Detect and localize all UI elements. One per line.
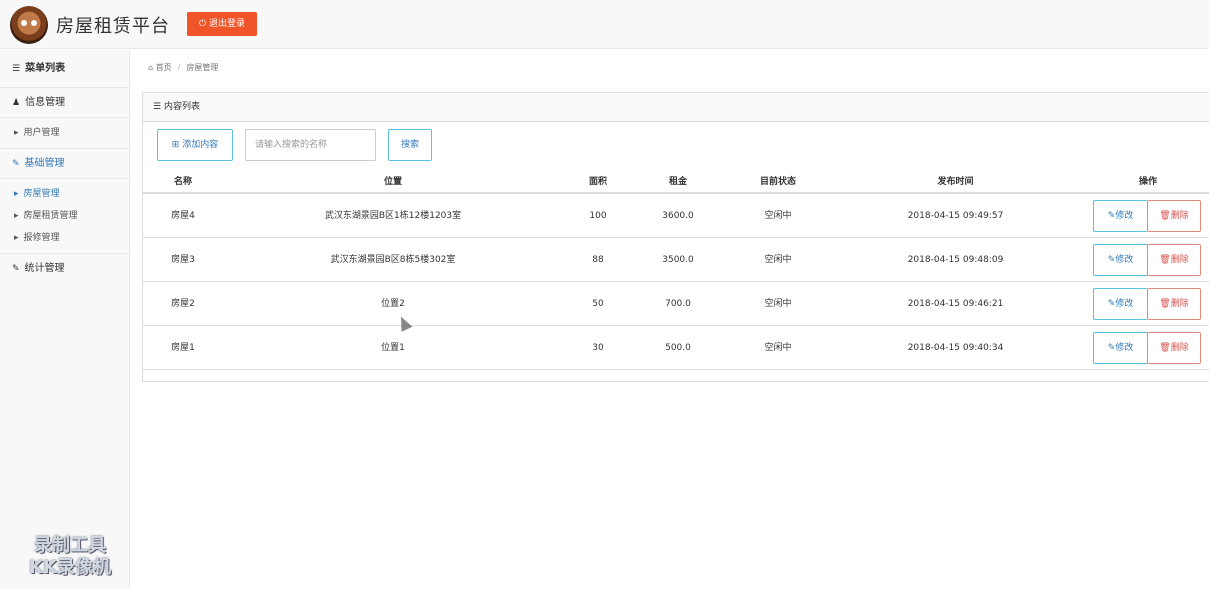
cell-status: 空闲中	[764, 343, 792, 353]
cell-location: 武汉东湖景园B区8栋5楼302室	[330, 255, 456, 265]
cell-time: 2018-04-15 09:49:57	[907, 211, 1004, 221]
cell-time: 2018-04-15 09:48:09	[907, 255, 1004, 265]
caret-right-icon: ▸	[14, 128, 19, 138]
user-icon: ♟	[12, 98, 21, 108]
sidebar-group-info[interactable]: ♟ 信息管理	[0, 88, 129, 118]
breadcrumb-current: 房屋管理	[186, 63, 219, 72]
power-icon: ⏻	[199, 19, 209, 29]
table-row: 房屋2 位置2 50 700.0 空闲中 2018-04-15 09:46:21…	[143, 282, 1209, 326]
content-panel: ☰ 内容列表 ⊞ 添加内容 请输入搜索的名称 搜索 名称 位置 面积 租金 目前…	[142, 92, 1209, 382]
header-location: 位置	[383, 177, 402, 187]
table-header: 名称 位置 面积 租金 目前状态 发布时间 操作	[143, 170, 1209, 194]
caret-right-icon: ▸	[14, 233, 19, 243]
trash-icon: 🗑	[1159, 255, 1171, 265]
cell-location: 武汉东湖景园B区1栋12楼1203室	[324, 211, 462, 221]
table-row: 房屋3 武汉东湖景园B区8栋5楼302室 88 3500.0 空闲中 2018-…	[143, 238, 1209, 282]
cell-area: 88	[592, 255, 604, 265]
delete-button[interactable]: 🗑删除	[1147, 200, 1201, 232]
header-time: 发布时间	[937, 177, 974, 187]
logout-label: 退出登录	[208, 19, 245, 29]
cell-name: 房屋1	[171, 343, 195, 353]
top-header: 房屋租赁平台 ⏻ 退出登录	[0, 0, 1209, 49]
delete-button[interactable]: 🗑删除	[1147, 244, 1201, 276]
breadcrumb: ⌂ 首页 / 房屋管理	[148, 63, 219, 72]
breadcrumb-home[interactable]: 首页	[156, 63, 172, 72]
edit-button[interactable]: ✎修改	[1093, 288, 1148, 320]
cell-location: 位置2	[381, 299, 405, 309]
sidebar: ☰ 菜单列表 ♟ 信息管理 ▸ 用户管理 ✎ 基础管理 ▸ 房屋管理 ▸ 房屋租赁管理 ▸ 报…	[0, 50, 130, 589]
edit-button[interactable]: ✎修改	[1093, 244, 1148, 276]
house-table: 名称 位置 面积 租金 目前状态 发布时间 操作 房屋4 武汉东湖景园B区1栋1…	[143, 170, 1209, 370]
header-actions: 操作	[1138, 177, 1157, 187]
search-input[interactable]: 请输入搜索的名称	[245, 129, 376, 161]
cell-name: 房屋3	[171, 255, 195, 265]
header-status: 目前状态	[759, 177, 796, 187]
delete-button[interactable]: 🗑删除	[1147, 332, 1201, 364]
sidebar-item-repairs[interactable]: ▸ 报修管理	[0, 227, 129, 249]
trash-icon: 🗑	[1159, 343, 1171, 353]
search-button[interactable]: 搜索	[388, 129, 432, 161]
panel-title: ☰ 内容列表	[143, 93, 1209, 122]
header-area: 面积	[588, 177, 607, 187]
list-icon: ☰	[153, 102, 164, 112]
delete-button[interactable]: 🗑删除	[1147, 288, 1201, 320]
header-name: 名称	[173, 177, 192, 187]
cell-location: 位置1	[381, 343, 405, 353]
cell-area: 30	[592, 343, 604, 353]
list-icon: ☰	[12, 64, 21, 74]
trash-icon: 🗑	[1159, 211, 1171, 221]
edit-button[interactable]: ✎修改	[1093, 200, 1148, 232]
sidebar-item-users[interactable]: ▸ 用户管理	[0, 122, 129, 144]
cell-name: 房屋4	[171, 211, 195, 221]
cell-time: 2018-04-15 09:46:21	[907, 299, 1004, 309]
caret-right-icon: ▸	[14, 189, 19, 199]
logout-button[interactable]: ⏻ 退出登录	[187, 12, 257, 36]
sidebar-title: ☰ 菜单列表	[0, 50, 129, 88]
cell-rent: 3500.0	[662, 255, 694, 265]
sidebar-item-houses[interactable]: ▸ 房屋管理	[0, 183, 129, 205]
edit-icon: ✎	[12, 159, 20, 169]
cell-area: 100	[589, 211, 607, 221]
table-row: 房屋4 武汉东湖景园B区1栋12楼1203室 100 3600.0 空闲中 20…	[143, 194, 1209, 238]
sidebar-group-stats[interactable]: ✎ 统计管理	[0, 254, 129, 284]
cell-status: 空闲中	[764, 255, 792, 265]
cell-area: 50	[592, 299, 604, 309]
avatar	[10, 6, 48, 44]
trash-icon: 🗑	[1159, 299, 1171, 309]
sidebar-item-rentals[interactable]: ▸ 房屋租赁管理	[0, 205, 129, 227]
app-title: 房屋租赁平台	[56, 16, 170, 37]
cell-status: 空闲中	[764, 211, 792, 221]
recorder-watermark: 录制工具 KK录像机	[29, 535, 111, 578]
caret-right-icon: ▸	[14, 211, 19, 221]
cell-status: 空闲中	[764, 299, 792, 309]
add-content-button[interactable]: ⊞ 添加内容	[157, 129, 233, 161]
cell-rent: 700.0	[665, 299, 691, 309]
cell-rent: 3600.0	[662, 211, 694, 221]
cell-name: 房屋2	[171, 299, 195, 309]
header-rent: 租金	[668, 177, 687, 187]
sidebar-group-basic[interactable]: ✎ 基础管理	[0, 149, 129, 179]
edit-button[interactable]: ✎修改	[1093, 332, 1148, 364]
cell-rent: 500.0	[665, 343, 691, 353]
cell-time: 2018-04-15 09:40:34	[907, 343, 1004, 353]
home-icon: ⌂	[148, 63, 156, 72]
table-row: 房屋1 位置1 30 500.0 空闲中 2018-04-15 09:40:34…	[143, 326, 1209, 370]
plus-square-icon: ⊞	[171, 140, 183, 150]
edit-icon: ✎	[12, 264, 20, 274]
